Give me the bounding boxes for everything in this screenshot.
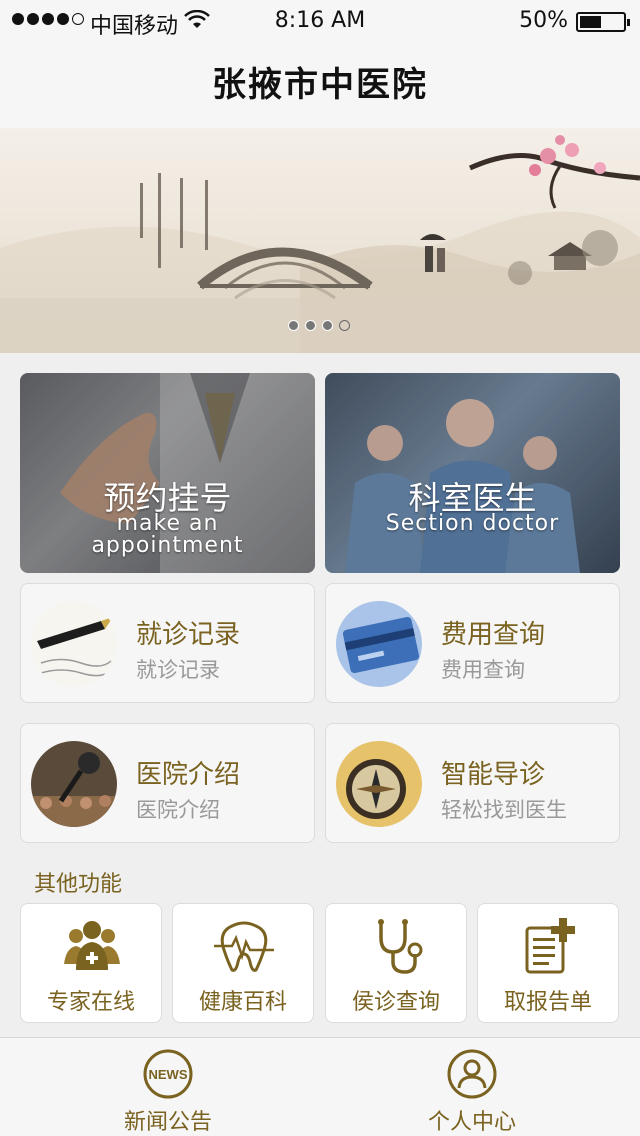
- carousel-dot[interactable]: [339, 320, 350, 331]
- section-doctor-subtitle: Section doctor: [325, 513, 620, 535]
- smart-guide-subtitle: 轻松找到医生: [441, 798, 567, 822]
- visit-records-subtitle: 就诊记录: [136, 658, 220, 682]
- smart-guide-card[interactable]: 智能导诊 轻松找到医生: [325, 723, 620, 843]
- appointment-subtitle-line1: make an: [116, 511, 219, 536]
- health-encyclopedia-tile[interactable]: 健康百科: [172, 903, 314, 1023]
- battery-percent: 50%: [519, 8, 568, 33]
- microphone-icon: [31, 741, 117, 827]
- carousel-dot[interactable]: [305, 320, 316, 331]
- battery-icon: [576, 12, 630, 32]
- expert-online-label: 专家在线: [46, 990, 135, 1015]
- tab-news-label: 新闻公告: [123, 1110, 212, 1135]
- waiting-query-label: 侯诊查询: [351, 990, 440, 1015]
- tab-news[interactable]: NEWS 新闻公告: [8, 1038, 328, 1136]
- person-icon: [447, 1049, 497, 1099]
- appointment-tile[interactable]: 预约挂号 make an appointment: [20, 373, 315, 573]
- carousel-indicator[interactable]: [288, 320, 350, 331]
- section-doctor-subtitle-line1: Section doctor: [385, 511, 560, 536]
- heartbeat-tooth-icon: [214, 921, 274, 972]
- report-retrieval-tile[interactable]: 取报告单: [477, 903, 619, 1023]
- expert-online-tile[interactable]: 专家在线: [20, 903, 162, 1023]
- visit-records-title: 就诊记录: [136, 620, 241, 650]
- report-plus-icon: [525, 918, 575, 974]
- hospital-intro-card[interactable]: 医院介绍 医院介绍: [20, 723, 315, 843]
- health-encyclopedia-label: 健康百科: [198, 990, 287, 1015]
- app-header: 张掖市中医院: [0, 42, 640, 128]
- appointment-subtitle-line2: appointment: [91, 533, 244, 558]
- page-title: 张掖市中医院: [212, 65, 428, 105]
- hospital-intro-title: 医院介绍: [136, 760, 241, 790]
- stethoscope-icon: [378, 919, 423, 974]
- svg-text:NEWS: NEWS: [149, 1067, 188, 1082]
- fee-query-card[interactable]: 费用查询 费用查询: [325, 583, 620, 703]
- fee-query-title: 费用查询: [441, 620, 546, 650]
- compass-icon: [336, 741, 422, 827]
- report-retrieval-label: 取报告单: [503, 990, 592, 1015]
- smart-guide-title: 智能导诊: [441, 760, 546, 790]
- visit-records-card[interactable]: 就诊记录 就诊记录: [20, 583, 315, 703]
- appointment-subtitle: make an appointment: [20, 513, 315, 557]
- credit-card-icon: [336, 601, 422, 687]
- hospital-intro-subtitle: 医院介绍: [136, 798, 220, 822]
- experts-group-icon: [64, 921, 120, 970]
- news-icon: NEWS: [143, 1049, 193, 1099]
- section-doctor-tile[interactable]: 科室医生 Section doctor: [325, 373, 620, 573]
- tab-personal-center[interactable]: 个人中心: [312, 1038, 632, 1136]
- status-bar: 中国移动 8:16 AM 50%: [0, 0, 640, 42]
- tab-personal-center-label: 个人中心: [427, 1110, 516, 1135]
- tab-bar: NEWS 新闻公告 个人中心: [0, 1037, 640, 1136]
- carousel-dot[interactable]: [322, 320, 333, 331]
- banner-carousel[interactable]: [0, 128, 640, 353]
- fee-query-subtitle: 费用查询: [441, 658, 525, 682]
- waiting-query-tile[interactable]: 侯诊查询: [325, 903, 467, 1023]
- carousel-dot[interactable]: [288, 320, 299, 331]
- fountain-pen-icon: [31, 601, 117, 687]
- other-functions-label: 其他功能: [34, 872, 123, 897]
